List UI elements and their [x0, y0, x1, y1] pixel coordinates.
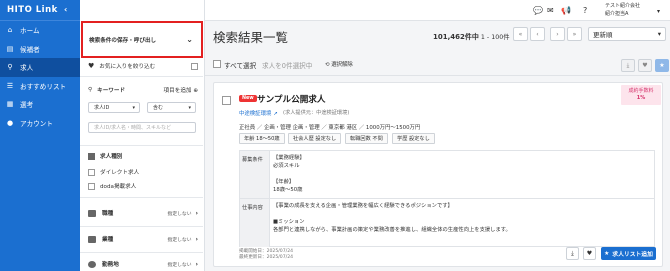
- chat-icon[interactable]: 💬: [533, 6, 543, 15]
- nav-item-home[interactable]: ⌂ ホーム: [0, 21, 80, 40]
- heart-icon: ♥: [88, 62, 95, 70]
- download-icon[interactable]: ⤓: [621, 59, 635, 72]
- search-icon: ⚲: [88, 87, 93, 93]
- company-link[interactable]: 中途検証環境 ↗: [239, 109, 278, 117]
- search-icon: ⚲: [7, 63, 13, 72]
- requirements-text: 【業務経験】 必須スキル 【年齢】 18歳〜50歳: [273, 155, 305, 193]
- chevron-right-icon: ›: [195, 235, 198, 243]
- fee-badge: 成約手数料 1%: [621, 85, 661, 105]
- job-content-label: 仕事内容: [240, 199, 270, 247]
- megaphone-icon[interactable]: 📢: [561, 6, 571, 15]
- job-summary: 正社員 ／ 企画・管理 企画・管理 ／ 東京都 港区 ／ 1000万円〜1500…: [239, 125, 421, 131]
- result-count: 101,462件中 1 - 100件: [433, 33, 510, 41]
- add-item-button[interactable]: 項目を追加 ⊕: [164, 86, 198, 94]
- selection-icon: ▦: [6, 100, 14, 109]
- home-icon: ⌂: [7, 26, 13, 35]
- tag-age: 年齢 18〜50歳: [239, 133, 285, 144]
- mail-icon[interactable]: ✉: [547, 6, 554, 15]
- chevron-down-icon: ▾: [188, 104, 191, 111]
- next-page-button[interactable]: ›: [550, 27, 565, 41]
- building-icon: [88, 235, 96, 243]
- app-logo[interactable]: HITO Link ‹: [0, 0, 80, 21]
- chevron-right-icon: ›: [195, 209, 198, 217]
- tag-education: 学歴 設定なし: [392, 133, 435, 144]
- briefcase-icon: [88, 209, 96, 217]
- filter-panel: 検索条件の保存・呼び出し ⌄ ♥ お気に入りを絞り込む ⚲ キーワード 項目を追加 ⊕ …: [80, 0, 205, 271]
- chevron-right-icon: ›: [195, 260, 198, 268]
- favorite-icon[interactable]: ♥: [638, 59, 652, 72]
- side-navigation: HITO Link ‹ ⌂ ホーム ▤ 候補者 ⚲ 求人 ☰ おすすめリスト ▦ 選考 ● ア…: [0, 0, 80, 271]
- tag-career: 社会人歴 設定なし: [288, 133, 342, 144]
- collapse-chevron-icon[interactable]: ‹: [64, 5, 68, 14]
- last-page-button[interactable]: »: [567, 27, 582, 41]
- sort-select[interactable]: 更新順 ▾: [588, 27, 666, 41]
- category-location[interactable]: 勤務地 指定しない ›: [88, 260, 198, 268]
- favorite-checkbox[interactable]: [191, 62, 198, 70]
- saved-search-dropdown[interactable]: 検索条件の保存・呼び出し ⌄: [81, 21, 203, 58]
- nav-item-account[interactable]: ● アカウント: [0, 114, 80, 133]
- app-root: HITO Link ‹ ⌂ ホーム ▤ 候補者 ⚲ 求人 ☰ おすすめリスト ▦ 選考 ● ア…: [0, 0, 670, 271]
- requirements-label: 募集条件: [240, 151, 270, 198]
- doda-checkbox[interactable]: [88, 182, 95, 190]
- user-menu[interactable]: テスト紹介会社 紹介担当A: [605, 3, 640, 18]
- nav-item-recommend[interactable]: ☰ おすすめリスト: [0, 77, 80, 96]
- new-badge: New: [239, 95, 257, 102]
- select-all-checkbox[interactable]: [213, 60, 221, 68]
- category-industry[interactable]: 業種 指定しない ›: [88, 235, 198, 243]
- list-icon: ☰: [6, 81, 14, 90]
- chevron-down-icon: ▾: [657, 30, 661, 38]
- nav-item-candidates[interactable]: ▤ 候補者: [0, 40, 80, 59]
- keyword-match-select[interactable]: 含む ▾: [147, 102, 196, 113]
- chevron-down-icon: ▾: [132, 104, 135, 111]
- star-icon[interactable]: ★: [655, 59, 669, 72]
- page-title: 検索結果一覧: [213, 30, 289, 45]
- star-icon: ★: [604, 250, 610, 257]
- keyword-input[interactable]: 求人ID/求人名・時間、スキルなど: [88, 122, 196, 133]
- account-icon: ●: [6, 118, 14, 127]
- employer-source: (求人提供元：中途検証環境): [283, 110, 350, 116]
- location-icon: [88, 260, 96, 268]
- document-icon: [88, 152, 95, 160]
- nav-item-jobs[interactable]: ⚲ 求人: [0, 58, 80, 77]
- job-content-text: 【事業の成長を支える企画・管理業務を幅広く経験できるポジションです】 ■ミッショ…: [273, 203, 511, 233]
- top-header: 💬 ✉ 📢 ? テスト紹介会社 紹介担当A ▾: [205, 0, 670, 21]
- direct-checkbox[interactable]: [88, 168, 95, 176]
- job-detail-table: 募集条件 【業務経験】 必須スキル 【年齢】 18歳〜50歳 仕事内容 【事業の成長…: [239, 150, 655, 247]
- user-chevron-icon[interactable]: ▾: [657, 8, 660, 15]
- type-doda-option[interactable]: doda掲載求人: [88, 182, 136, 190]
- external-link-icon: ↗: [273, 111, 278, 117]
- plus-icon: ⊕: [193, 88, 198, 94]
- result-toolbar: すべて選択 求人を0件選択中 ⟲ 選択解除: [205, 52, 670, 76]
- first-page-button[interactable]: «: [513, 27, 528, 41]
- job-checkbox[interactable]: [222, 96, 231, 105]
- category-occupation[interactable]: 職種 指定しない ›: [88, 209, 198, 217]
- prev-page-button[interactable]: ‹: [530, 27, 545, 41]
- help-icon[interactable]: ?: [583, 6, 587, 15]
- favorite-filter[interactable]: ♥ お気に入りを絞り込む: [88, 62, 198, 70]
- add-to-job-list-button[interactable]: ★ 求人リスト追加: [601, 247, 656, 260]
- keyword-field-select[interactable]: 求人ID ▾: [88, 102, 140, 113]
- job-dates: 掲載開始日：2025/07/24 最終更新日：2025/07/24: [239, 249, 294, 260]
- heart-icon[interactable]: ♥: [583, 247, 596, 260]
- clear-selection-button[interactable]: ⟲ 選択解除: [325, 60, 353, 68]
- tag-changes: 転職回数 不問: [345, 133, 388, 144]
- chevron-down-icon: ⌄: [186, 35, 193, 44]
- job-card[interactable]: New サンプル公開求人 成約手数料 1% 中途検証環境 ↗ (求人提供元：中途検…: [213, 82, 663, 267]
- candidate-icon: ▤: [6, 44, 14, 53]
- nav-item-selection[interactable]: ▦ 選考: [0, 95, 80, 114]
- type-direct-option[interactable]: ダイレクト求人: [88, 168, 139, 176]
- job-title[interactable]: サンプル公開求人: [257, 93, 326, 105]
- download-icon[interactable]: ⤓: [566, 247, 579, 260]
